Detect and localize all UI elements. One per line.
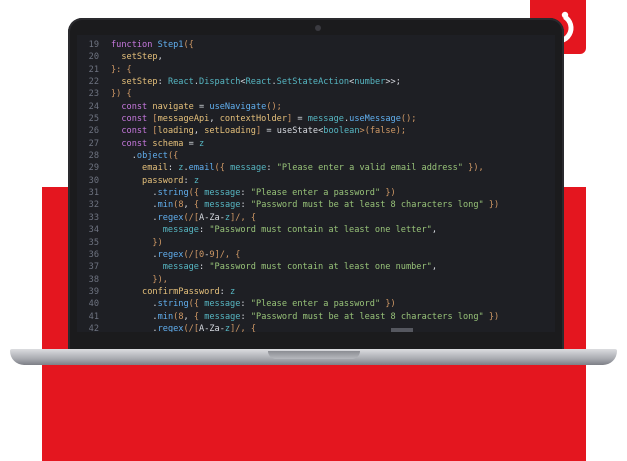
code-line[interactable]: 29 email: z.email({ message: "Please ent… xyxy=(77,162,555,174)
horizontal-scrollbar[interactable] xyxy=(391,328,413,332)
code-line[interactable]: 42 .regex(/[A-Za-z]/, { xyxy=(77,323,555,332)
code-line[interactable]: 41 .min(8, { message: "Password must be … xyxy=(77,311,555,323)
line-number: 29 xyxy=(88,163,99,174)
code-view[interactable]: 19 function Step1({20 setStep, 21}: {22 se… xyxy=(77,39,555,332)
code-text: }) { xyxy=(111,89,132,100)
code-text: function Step1({ xyxy=(111,40,194,50)
code-line[interactable]: 21 }: { xyxy=(77,64,555,76)
line-number: 31 xyxy=(88,188,99,199)
line-number: 30 xyxy=(88,175,99,186)
code-text: message: "Password must contain at least… xyxy=(162,262,438,273)
line-number: 37 xyxy=(88,262,99,273)
code-line[interactable]: 30 password: z xyxy=(77,175,555,187)
code-line[interactable]: 25 const [messageApi, contextHolder] = m… xyxy=(77,113,555,125)
code-text: .string({ message: "Please enter a passw… xyxy=(152,299,396,310)
code-line[interactable]: 38 }), xyxy=(77,274,555,286)
code-line[interactable]: 33 .regex(/[A-Za-z]/, { xyxy=(77,212,555,224)
code-text: }) xyxy=(152,237,163,248)
line-number: 22 xyxy=(88,77,99,88)
line-number: 26 xyxy=(88,126,99,137)
line-number: 23 xyxy=(88,89,99,100)
line-number: 33 xyxy=(88,212,99,223)
line-number: 21 xyxy=(88,64,99,75)
code-line[interactable]: 34 message: "Password must contain at le… xyxy=(77,224,555,236)
line-number: 42 xyxy=(88,323,99,332)
code-text: password: z xyxy=(142,175,200,186)
code-line[interactable]: 31 .string({ message: "Please enter a pa… xyxy=(77,187,555,199)
code-text: setStep: React.Dispatch<React.SetStateAc… xyxy=(121,77,401,88)
code-line[interactable]: 20 setStep, xyxy=(77,51,555,63)
line-number: 35 xyxy=(88,237,99,248)
code-line[interactable]: 36 .regex(/[0-9]/, { xyxy=(77,249,555,261)
code-text: .regex(/[0-9]/, { xyxy=(152,249,241,260)
code-text: const [messageApi, contextHolder] = mess… xyxy=(121,114,417,125)
code-text: const schema = z xyxy=(121,138,205,149)
code-line[interactable]: 32 .min(8, { message: "Password must be … xyxy=(77,199,555,211)
line-number: 34 xyxy=(88,225,99,236)
laptop-hinge-notch xyxy=(268,351,360,359)
line-number: 38 xyxy=(88,274,99,285)
code-text: const [loading, setLoading] = useState<b… xyxy=(121,126,407,137)
line-number: 41 xyxy=(88,311,99,322)
line-number: 40 xyxy=(88,299,99,310)
webcam-dot xyxy=(315,25,321,31)
code-text: const navigate = useNavigate(); xyxy=(121,101,282,112)
code-text: .regex(/[A-Za-z]/, { xyxy=(152,212,257,223)
line-number: 19 xyxy=(88,40,99,50)
line-number: 24 xyxy=(88,101,99,112)
code-text: email: z.email({ message: "Please enter … xyxy=(142,163,484,174)
code-text: .object({ xyxy=(131,151,179,162)
code-line[interactable]: 40 .string({ message: "Please enter a pa… xyxy=(77,298,555,310)
code-text: confirmPassword: z xyxy=(142,286,236,297)
line-number: 25 xyxy=(88,114,99,125)
code-line[interactable]: 39 confirmPassword: z xyxy=(77,286,555,298)
line-number: 27 xyxy=(88,138,99,149)
code-text: .min(8, { message: "Password must be at … xyxy=(152,200,500,211)
code-editor-screen[interactable]: 19 function Step1({20 setStep, 21}: {22 se… xyxy=(77,35,555,332)
line-number: 39 xyxy=(88,286,99,297)
code-line[interactable]: 27 const schema = z xyxy=(77,138,555,150)
code-text: setStep, xyxy=(121,52,163,63)
code-text: .string({ message: "Please enter a passw… xyxy=(152,188,396,199)
code-line[interactable]: 26 const [loading, setLoading] = useStat… xyxy=(77,125,555,137)
code-text: message: "Password must contain at least… xyxy=(162,225,438,236)
code-line[interactable]: 24 const navigate = useNavigate(); xyxy=(77,101,555,113)
code-text: }: { xyxy=(111,64,132,75)
code-text: .regex(/[A-Za-z]/, { xyxy=(152,323,257,332)
line-number: 28 xyxy=(88,151,99,162)
code-line[interactable]: 28 .object({ xyxy=(77,150,555,162)
line-number: 20 xyxy=(88,52,99,63)
code-text: .min(8, { message: "Password must be at … xyxy=(152,311,500,322)
code-line[interactable]: 37 message: "Password must contain at le… xyxy=(77,261,555,273)
code-line[interactable]: 22 setStep: React.Dispatch<React.SetStat… xyxy=(77,76,555,88)
code-line[interactable]: 35 }) xyxy=(77,237,555,249)
code-line[interactable]: 23 }) { xyxy=(77,88,555,100)
code-text: }), xyxy=(152,274,168,285)
code-line[interactable]: 19 function Step1({ xyxy=(77,39,555,51)
line-number: 32 xyxy=(88,200,99,211)
line-number: 36 xyxy=(88,249,99,260)
